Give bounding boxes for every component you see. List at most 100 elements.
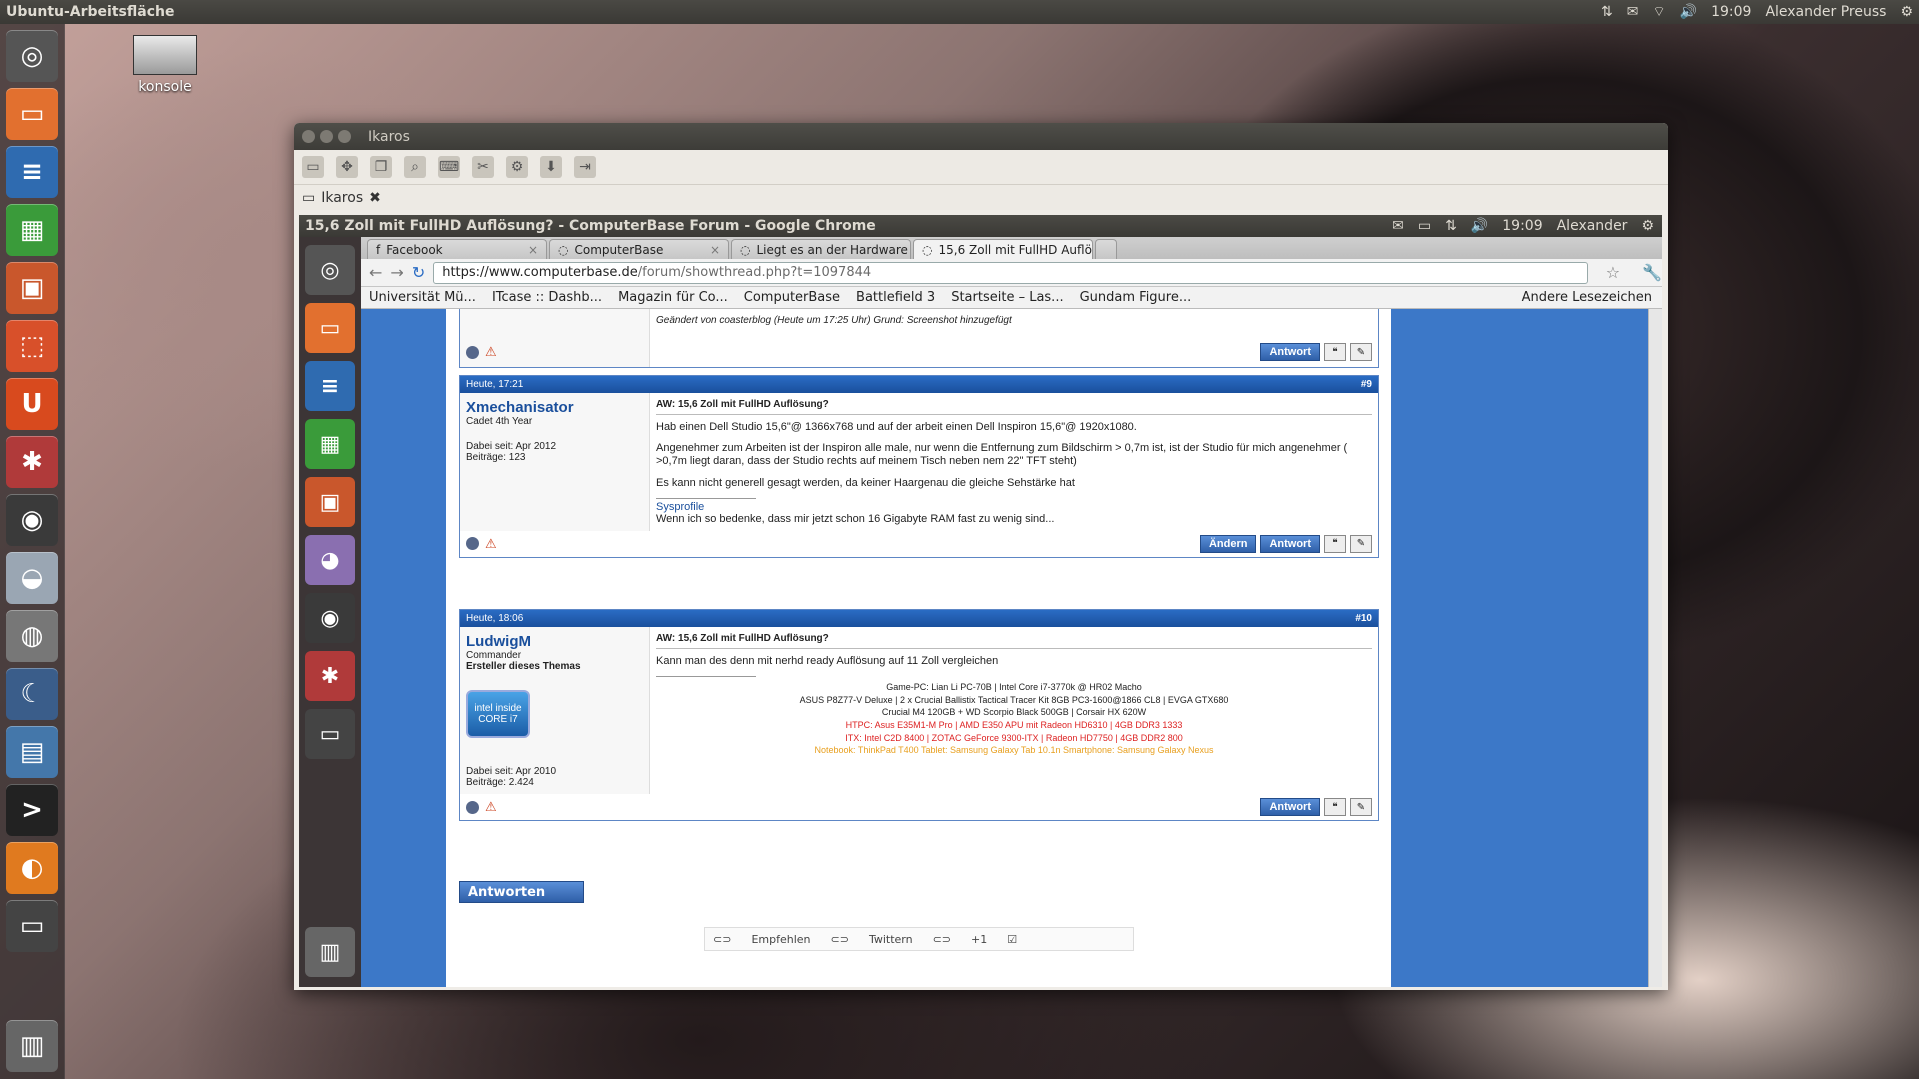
bookmark-item[interactable]: Battlefield 3: [856, 290, 935, 305]
terminal-icon[interactable]: >: [6, 784, 58, 836]
report-icon[interactable]: ⚠: [485, 536, 497, 552]
google-plus-button[interactable]: +1: [971, 933, 987, 946]
chrome-icon[interactable]: ◉: [6, 494, 58, 546]
window-icon[interactable]: ▭: [302, 156, 324, 178]
username[interactable]: Xmechanisator: [466, 399, 643, 416]
remote-settings-icon[interactable]: ✱: [305, 651, 355, 701]
disconnect-icon[interactable]: ⇥: [574, 156, 596, 178]
software-center-icon[interactable]: ⬚: [6, 320, 58, 372]
toggle-icon[interactable]: ⊂⊃: [831, 933, 849, 946]
clock[interactable]: 19:09: [1711, 4, 1751, 20]
copy-icon[interactable]: ❐: [370, 156, 392, 178]
thunderbird-icon[interactable]: ◒: [6, 552, 58, 604]
writer-icon[interactable]: ≡: [6, 146, 58, 198]
tab-hardware[interactable]: ◌Liegt es an der Hardware×: [731, 239, 911, 259]
bookmark-item[interactable]: ComputerBase: [744, 290, 840, 305]
remote-impress-icon[interactable]: ▣: [305, 477, 355, 527]
user-menu[interactable]: Alexander Preuss: [1765, 4, 1886, 20]
remote-files-icon[interactable]: ▭: [305, 303, 355, 353]
toggle-icon[interactable]: ⊂⊃: [933, 933, 951, 946]
twitter-button[interactable]: Twittern: [869, 933, 913, 946]
vertical-scrollbar[interactable]: [1648, 309, 1662, 987]
remote-network-icon[interactable]: ⇅: [1445, 218, 1457, 234]
close-tab-icon[interactable]: ✖: [369, 190, 381, 206]
multiquote-icon[interactable]: ✎: [1350, 534, 1372, 553]
remote-desktop-icon[interactable]: ▤: [6, 726, 58, 778]
new-tab-button[interactable]: [1095, 239, 1117, 259]
trash-icon[interactable]: ▥: [6, 1020, 58, 1072]
bookmark-item[interactable]: Startseite – Las...: [951, 290, 1063, 305]
facebook-recommend-button[interactable]: Empfehlen: [751, 933, 810, 946]
remote-gear-icon[interactable]: ⚙: [1641, 218, 1654, 234]
bookmark-item[interactable]: Universität Mü...: [369, 290, 476, 305]
dash-icon[interactable]: ◎: [6, 30, 58, 82]
settings-checkbox-icon[interactable]: ☑: [1007, 933, 1017, 946]
firefox-icon[interactable]: ◐: [6, 842, 58, 894]
maximize-window-button[interactable]: [338, 130, 351, 143]
username[interactable]: LudwigM: [466, 633, 643, 650]
report-icon[interactable]: ⚠: [485, 344, 497, 360]
signature-link[interactable]: Sysprofile: [656, 501, 1372, 513]
remote-user[interactable]: Alexander: [1557, 218, 1628, 234]
close-icon[interactable]: ×: [710, 243, 720, 257]
download-icon[interactable]: ⬇: [540, 156, 562, 178]
settings-icon[interactable]: ✱: [6, 436, 58, 488]
remote-trash-icon[interactable]: ▥: [305, 927, 355, 977]
remote-mail-icon[interactable]: ✉: [1392, 218, 1404, 234]
connection-tab[interactable]: ▭ Ikaros ✖: [294, 185, 1668, 210]
quote-icon[interactable]: ❝: [1324, 534, 1346, 553]
back-icon[interactable]: ←: [369, 263, 382, 282]
quote-icon[interactable]: ❝: [1324, 798, 1346, 816]
close-icon[interactable]: ×: [528, 243, 538, 257]
remote-chrome-icon[interactable]: ◉: [305, 593, 355, 643]
remote-workspace-icon[interactable]: ▭: [305, 709, 355, 759]
workspace-icon[interactable]: ▭: [6, 900, 58, 952]
network-icon[interactable]: ⇅: [1601, 4, 1613, 20]
tab-computerbase[interactable]: ◌ ComputerBase ×: [549, 239, 729, 259]
ubuntu-one-icon[interactable]: U: [6, 378, 58, 430]
reply-button[interactable]: Antwort: [1260, 798, 1320, 816]
wifi-icon[interactable]: ⌔: [1652, 3, 1665, 21]
preferences-icon[interactable]: ⚙: [506, 156, 528, 178]
multiquote-icon[interactable]: ✎: [1350, 798, 1372, 816]
forward-icon[interactable]: →: [390, 263, 403, 282]
volume-icon[interactable]: 🔊: [1680, 4, 1697, 20]
gear-icon[interactable]: ⚙: [1900, 4, 1913, 20]
bookmark-item[interactable]: Gundam Figure...: [1080, 290, 1192, 305]
bookmark-item[interactable]: ITcase :: Dashb...: [492, 290, 602, 305]
reply-button[interactable]: Antwort: [1260, 343, 1320, 361]
edit-button[interactable]: Ändern: [1199, 534, 1257, 553]
calc-icon[interactable]: ▦: [6, 204, 58, 256]
post-number[interactable]: #9: [1361, 379, 1372, 390]
remote-battery-icon[interactable]: ▭: [1418, 218, 1431, 234]
wrench-icon[interactable]: 🔧: [1642, 263, 1662, 282]
answer-button[interactable]: Antworten: [459, 881, 584, 903]
other-bookmarks[interactable]: Andere Lesezeichen: [1522, 290, 1662, 305]
address-bar[interactable]: https://www.computerbase.de/forum/showth…: [433, 261, 1588, 284]
mail-icon[interactable]: ✉: [1627, 4, 1639, 20]
toggle-icon[interactable]: ⊂⊃: [713, 933, 731, 946]
close-window-button[interactable]: [302, 130, 315, 143]
quote-icon[interactable]: ❝: [1324, 343, 1346, 361]
reply-button[interactable]: Antwort: [1260, 534, 1320, 553]
remote-writer-icon[interactable]: ≡: [305, 361, 355, 411]
fit-icon[interactable]: ✥: [336, 156, 358, 178]
files-icon[interactable]: ▭: [6, 88, 58, 140]
reload-icon[interactable]: ↻: [412, 263, 425, 282]
remote-dash-icon[interactable]: ◎: [305, 245, 355, 295]
remote-clock[interactable]: 19:09: [1502, 218, 1542, 234]
bookmark-item[interactable]: Magazin für Co...: [618, 290, 728, 305]
star-icon[interactable]: ☆: [1606, 263, 1620, 282]
remote-volume-icon[interactable]: 🔊: [1471, 218, 1488, 234]
multiquote-icon[interactable]: ✎: [1350, 343, 1372, 361]
remote-calc-icon[interactable]: ▦: [305, 419, 355, 469]
keyboard-icon[interactable]: ⌨: [438, 156, 460, 178]
remote-pidgin-icon[interactable]: ◕: [305, 535, 355, 585]
tab-facebook[interactable]: f Facebook ×: [367, 239, 547, 259]
empathy-icon[interactable]: ☾: [6, 668, 58, 720]
report-icon[interactable]: ⚠: [485, 799, 497, 815]
impress-icon[interactable]: ▣: [6, 262, 58, 314]
minimize-window-button[interactable]: [320, 130, 333, 143]
tools-icon[interactable]: ✂: [472, 156, 494, 178]
post-number[interactable]: #10: [1355, 613, 1372, 624]
